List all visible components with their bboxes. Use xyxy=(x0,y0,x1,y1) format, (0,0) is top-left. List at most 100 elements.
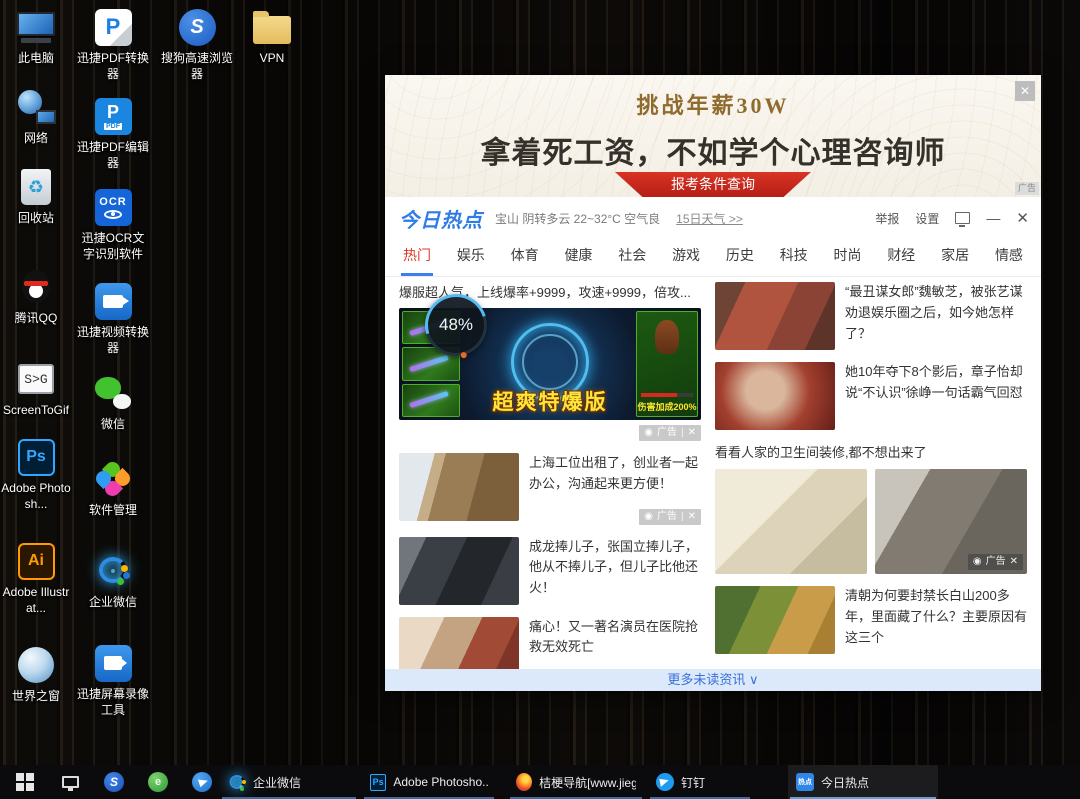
tab-society[interactable]: 社会 xyxy=(616,239,648,276)
report-button[interactable]: 举报 xyxy=(875,210,899,227)
desktop-icon-screentogif[interactable]: S>G ScreenToGif xyxy=(0,358,72,419)
tab-hot[interactable]: 热门 xyxy=(401,239,433,276)
desktop-icon-sogou-browser[interactable]: S 搜狗高速浏览器 xyxy=(161,6,233,82)
taskbar-paper-plane-icon[interactable] xyxy=(184,765,220,799)
ad-control-tag[interactable]: ◉ 广告 | ✕ xyxy=(639,509,701,525)
icon-label: Adobe Illustrat... xyxy=(0,585,72,616)
more-news-link[interactable]: 更多未读资讯 ∨ xyxy=(385,669,1041,691)
taskbar: S e 企业微信 Ps Adobe Photosho... 桔梗导航[www.j… xyxy=(0,765,1080,799)
icon-label: 网络 xyxy=(0,131,72,147)
tab-entertainment[interactable]: 娱乐 xyxy=(455,239,487,276)
tab-fashion[interactable]: 时尚 xyxy=(832,239,864,276)
pdf-converter-icon: P xyxy=(77,6,149,48)
news-image xyxy=(715,362,835,430)
taskbar-app-wechat-work[interactable]: 企业微信 xyxy=(220,765,358,799)
news-image xyxy=(715,469,867,574)
close-button[interactable]: ✕ xyxy=(1016,209,1029,227)
recycle-bin-icon: ♻ xyxy=(0,166,72,208)
weather-text: 宝山 阴转多云 22~32°C 空气良 xyxy=(495,210,660,227)
photoshop-icon: Ps xyxy=(370,774,386,791)
folder-icon xyxy=(236,6,308,48)
desktop-icon-wechat[interactable]: 微信 xyxy=(77,372,149,433)
icon-label: Adobe Photosh... xyxy=(0,481,72,512)
ad-close-icon[interactable]: ✕ xyxy=(1010,555,1018,569)
news-item[interactable]: 上海工位出租了，创业者一起办公，沟通起来更方便！ ◉ 广告 | ✕ xyxy=(399,453,701,525)
tab-health[interactable]: 健康 xyxy=(562,239,594,276)
desktop-icon-world-window[interactable]: 世界之窗 xyxy=(0,644,72,705)
hotspot-popup-window: 挑战年薪30W 拿着死工资，不如学个心理咨询师 报考条件查询 ✕ 广告 今日热点… xyxy=(385,75,1041,691)
news-item[interactable]: “最丑谋女郎”魏敏芝，被张艺谋劝退娱乐圈之后，如今她怎样了？ xyxy=(715,282,1027,350)
icon-label: 迅捷PDF转换器 xyxy=(77,51,149,82)
news-image: ◉ 广告 ✕ xyxy=(875,469,1027,574)
eye-icon: ◉ xyxy=(973,555,982,569)
news-item[interactable]: 她10年夺下8个影后，章子怡却说“不认识”徐峥一句话霸气回怼 xyxy=(715,362,1027,430)
icon-label: 迅捷屏幕录像工具 xyxy=(77,687,149,718)
start-button[interactable] xyxy=(6,765,44,799)
photoshop-icon: Ps xyxy=(0,436,72,478)
taskbar-app-hotspot[interactable]: 热点 今日热点 xyxy=(788,765,938,799)
tab-home[interactable]: 家居 xyxy=(939,239,971,276)
settings-button[interactable]: 设置 xyxy=(915,210,939,227)
ad-banner-subtitle: 拿着死工资，不如学个心理咨询师 xyxy=(385,128,1041,172)
desktop-icon-screen-recorder[interactable]: 迅捷屏幕录像工具 xyxy=(77,642,149,718)
game-ad-caption: 超爽特爆版 xyxy=(399,386,701,416)
desktop: 此电脑 网络 ♻ 回收站 腾讯QQ S>G ScreenToGif Ps Ado… xyxy=(0,0,1080,799)
tab-emotion[interactable]: 情感 xyxy=(993,239,1025,276)
app-logo: 今日热点 xyxy=(399,204,483,233)
news-image xyxy=(715,282,835,350)
desktop-icon-video-converter[interactable]: 迅捷视频转换器 xyxy=(77,280,149,356)
ad-label: 广告 xyxy=(986,555,1006,569)
tab-tech[interactable]: 科技 xyxy=(778,239,810,276)
hotspot-icon: 热点 xyxy=(796,773,814,791)
desktop-icon-recycle-bin[interactable]: ♻ 回收站 xyxy=(0,166,72,227)
news-image xyxy=(399,453,519,521)
taskbar-display-icon[interactable] xyxy=(52,765,88,799)
desktop-icon-pdf-converter[interactable]: P 迅捷PDF转换器 xyxy=(77,6,149,82)
desktop-icon-vpn[interactable]: VPN xyxy=(236,6,308,67)
icon-label: 搜狗高速浏览器 xyxy=(161,51,233,82)
ad-close-icon[interactable]: ✕ xyxy=(1015,81,1035,101)
taskbar-green-browser-icon[interactable]: e xyxy=(140,765,176,799)
screentogif-icon: S>G xyxy=(0,358,72,400)
ad-label: 广告 xyxy=(657,426,677,440)
tab-history[interactable]: 历史 xyxy=(724,239,756,276)
weather-link[interactable]: 15日天气 >> xyxy=(676,210,743,227)
desktop-icon-wechat-work[interactable]: 企业微信 xyxy=(77,550,149,611)
desktop-icon-software-manager[interactable]: 软件管理 xyxy=(77,458,149,519)
tab-sports[interactable]: 体育 xyxy=(509,239,541,276)
ad-banner[interactable]: 挑战年薪30W 拿着死工资，不如学个心理咨询师 报考条件查询 ✕ 广告 xyxy=(385,75,1041,197)
ad-control-tag[interactable]: ◉ 广告 | ✕ xyxy=(639,425,701,441)
ad-close-icon[interactable]: ✕ xyxy=(688,510,696,524)
desktop-icon-illustrator[interactable]: Ai Adobe Illustrat... xyxy=(0,540,72,616)
taskbar-sogou-icon[interactable]: S xyxy=(96,765,132,799)
desktop-icon-network[interactable]: 网络 xyxy=(0,86,72,147)
ad-close-icon[interactable]: ✕ xyxy=(688,426,696,440)
dingtalk-icon xyxy=(656,773,674,791)
minimize-button[interactable]: — xyxy=(986,210,1000,226)
display-mode-icon[interactable] xyxy=(955,212,970,224)
news-item[interactable]: 清朝为何要封禁长白山200多年，里面藏了什么？主要原因有这三个 xyxy=(715,586,1027,654)
icon-label: 回收站 xyxy=(0,211,72,227)
ad-cta-button[interactable]: 报考条件查询 xyxy=(615,172,811,197)
desktop-icon-ocr[interactable]: OCR 迅捷OCR文字识别软件 xyxy=(77,186,149,262)
game-ad-image[interactable]: 伤害加成200% 超爽特爆版 48% xyxy=(399,308,701,420)
category-tabs: 热门 娱乐 体育 健康 社会 游戏 历史 科技 时尚 财经 家居 情感 xyxy=(385,239,1041,277)
desktop-icon-this-pc[interactable]: 此电脑 xyxy=(0,6,72,67)
icon-label: 微信 xyxy=(77,417,149,433)
taskbar-app-dingtalk[interactable]: 钉钉 xyxy=(648,765,752,799)
desktop-icon-pdf-editor[interactable]: PPDF 迅捷PDF编辑器 xyxy=(77,95,149,171)
news-item[interactable]: 成龙捧儿子，张国立捧儿子，他从不捧儿子，但儿子比他还火！ xyxy=(399,537,701,605)
news-titlebar: 今日热点 宝山 阴转多云 22~32°C 空气良 15日天气 >> 举报 设置 … xyxy=(385,197,1041,239)
tab-finance[interactable]: 财经 xyxy=(885,239,917,276)
news-item[interactable]: 看看人家的卫生间装修,都不想出来了 ◉ 广告 ✕ xyxy=(715,442,1027,574)
news-image xyxy=(399,537,519,605)
desktop-icon-qq[interactable]: 腾讯QQ xyxy=(0,266,72,327)
taskbar-app-firefox[interactable]: 桔梗导航[www.jieg... xyxy=(508,765,644,799)
desktop-icon-photoshop[interactable]: Ps Adobe Photosh... xyxy=(0,436,72,512)
ad-control-tag[interactable]: ◉ 广告 ✕ xyxy=(968,554,1023,570)
ocr-icon: OCR xyxy=(77,186,149,228)
tab-games[interactable]: 游戏 xyxy=(670,239,702,276)
taskbar-app-photoshop[interactable]: Ps Adobe Photosho... xyxy=(362,765,496,799)
icon-label: 迅捷OCR文字识别软件 xyxy=(77,231,149,262)
icon-label: 腾讯QQ xyxy=(0,311,72,327)
